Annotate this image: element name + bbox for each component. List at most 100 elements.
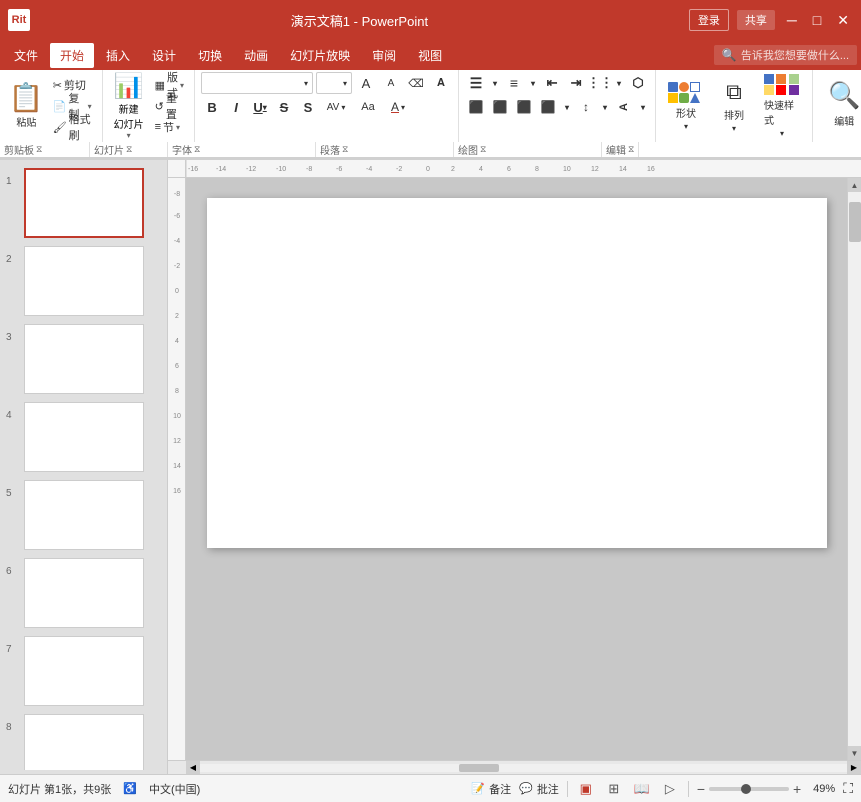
comments-icon: 💬: [519, 782, 533, 795]
font-label[interactable]: 字体 ⧖: [168, 142, 316, 157]
arrange-button[interactable]: ⧉ 排列 ▾: [714, 74, 754, 138]
h-scroll-thumb[interactable]: [459, 764, 499, 772]
zoom-slider[interactable]: [709, 787, 789, 791]
line-spacing-button[interactable]: ↕: [575, 96, 597, 118]
menu-review[interactable]: 审阅: [362, 43, 406, 68]
paste-button[interactable]: 📋 粘贴: [6, 74, 47, 138]
align-center-button[interactable]: ⬛: [489, 96, 511, 118]
vertical-scrollbar[interactable]: ▲ ▼: [847, 178, 861, 760]
view-normal-button[interactable]: ▣: [576, 779, 596, 799]
indent-more-button[interactable]: ⇥: [565, 72, 587, 94]
slide-item-8[interactable]: 8: [0, 710, 167, 770]
close-button[interactable]: ✕: [833, 12, 853, 29]
slide-info: 幻灯片 第1张，共9张: [8, 781, 111, 797]
menu-transitions[interactable]: 切换: [188, 43, 232, 68]
char-spacing-button[interactable]: Aa: [353, 96, 383, 118]
slide-canvas-area[interactable]: [186, 178, 847, 760]
italic-button[interactable]: I: [225, 96, 247, 118]
line-spacing-dropdown[interactable]: ▾: [599, 96, 611, 118]
slide-item-5[interactable]: 5: [0, 476, 167, 554]
slide-number-4: 4: [6, 410, 20, 421]
scroll-right-button[interactable]: ▶: [847, 761, 861, 775]
shadow-button[interactable]: S: [297, 96, 319, 118]
login-button[interactable]: 登录: [689, 9, 729, 31]
font-color-button[interactable]: A ▾: [385, 96, 411, 118]
numbering-dropdown[interactable]: ▾: [527, 72, 539, 94]
zoom-in-button[interactable]: +: [793, 781, 801, 797]
slide-item-7[interactable]: 7: [0, 632, 167, 710]
bold-button[interactable]: B: [201, 96, 223, 118]
h-scroll-area[interactable]: [200, 764, 847, 772]
notes-button[interactable]: 📝 备注: [471, 781, 511, 797]
font-color-picker[interactable]: 𝐀: [430, 72, 452, 94]
menu-insert[interactable]: 插入: [96, 43, 140, 68]
slide-item-2[interactable]: 2: [0, 242, 167, 320]
slide-item-3[interactable]: 3: [0, 320, 167, 398]
zoom-out-button[interactable]: −: [697, 781, 705, 797]
reset-button[interactable]: ↺ 重置: [151, 96, 188, 116]
slide-item-6[interactable]: 6: [0, 554, 167, 632]
h-scroll-track[interactable]: ◀ ▶: [186, 761, 861, 774]
fit-slide-button[interactable]: ⛶: [843, 780, 853, 797]
clear-format-button[interactable]: ⌫: [405, 72, 427, 94]
text-direction-dropdown[interactable]: ▾: [637, 96, 649, 118]
columns-button[interactable]: ⋮⋮: [589, 72, 611, 94]
text-direction-button[interactable]: A: [613, 96, 635, 118]
ribbon-search-bar[interactable]: 🔍 告诉我您想要做什么...: [714, 45, 857, 65]
menu-file[interactable]: 文件: [4, 43, 48, 68]
scroll-left-button[interactable]: ◀: [186, 761, 200, 775]
section-button[interactable]: ≡ 节 ▾: [151, 117, 188, 137]
font-size-select[interactable]: ▾: [316, 72, 352, 94]
notes-label: 备注: [489, 781, 511, 797]
shapes-button[interactable]: 形状 ▾: [662, 74, 710, 138]
scroll-thumb[interactable]: [849, 202, 861, 242]
bullets-dropdown[interactable]: ▾: [489, 72, 501, 94]
underline-button[interactable]: U▾: [249, 96, 271, 118]
scroll-down-button[interactable]: ▼: [848, 746, 861, 760]
align-right-button[interactable]: ⬛: [513, 96, 535, 118]
scroll-track[interactable]: [848, 192, 861, 746]
menu-view[interactable]: 视图: [408, 43, 452, 68]
increase-font-button[interactable]: A: [355, 72, 377, 94]
align-left-button[interactable]: ⬛: [465, 96, 487, 118]
view-slideshow-button[interactable]: ▷: [660, 779, 680, 799]
accessibility-button[interactable]: ♿: [123, 782, 137, 795]
slide-item-4[interactable]: 4: [0, 398, 167, 476]
font-name-select[interactable]: ▾: [201, 72, 313, 94]
decrease-font-button[interactable]: A: [380, 72, 402, 94]
zoom-level[interactable]: 49%: [805, 783, 835, 795]
horizontal-scrollbar[interactable]: ◀ ▶: [168, 760, 861, 774]
new-slide-button[interactable]: 📊 新建 幻灯片 ▾: [109, 74, 149, 138]
numbering-button[interactable]: ≡: [503, 72, 525, 94]
menu-home[interactable]: 开始: [50, 43, 94, 68]
align-dropdown[interactable]: ▾: [561, 96, 573, 118]
comments-button[interactable]: 💬 批注: [519, 781, 559, 797]
indent-less-button[interactable]: ⇤: [541, 72, 563, 94]
menu-animations[interactable]: 动画: [234, 43, 278, 68]
find-button[interactable]: 🔍 编辑: [819, 72, 861, 136]
slide-item-1[interactable]: 1: [0, 164, 167, 242]
scroll-up-button[interactable]: ▲: [848, 178, 861, 192]
slides-label[interactable]: 幻灯片 ⧖: [90, 142, 168, 157]
minimize-button[interactable]: ─: [783, 12, 801, 28]
view-sorter-button[interactable]: ⊞: [604, 779, 624, 799]
maximize-button[interactable]: □: [809, 12, 825, 28]
clipboard-label[interactable]: 剪贴板 ⧖: [0, 142, 90, 157]
spacing-button[interactable]: AV▾: [321, 96, 351, 118]
editing-label[interactable]: 编辑 ⧖: [602, 142, 639, 157]
quick-styles-button[interactable]: 快速样式 ▾: [758, 74, 806, 138]
justify-button[interactable]: ⬛: [537, 96, 559, 118]
paragraph-label[interactable]: 段落 ⧖: [316, 142, 454, 157]
view-reading-button[interactable]: 📖: [632, 779, 652, 799]
slide-secondary-buttons: ▦ 版式 ▾ ↺ 重置 ≡ 节 ▾: [151, 75, 188, 137]
share-button[interactable]: 共享: [737, 10, 775, 30]
smartart-button[interactable]: ⬡: [627, 72, 649, 94]
menu-slideshow[interactable]: 幻灯片放映: [280, 43, 360, 68]
format-painter-button[interactable]: 🖌 格式刷: [49, 117, 96, 137]
bullets-button[interactable]: ☰: [465, 72, 487, 94]
language-indicator[interactable]: 中文(中国): [149, 781, 200, 797]
drawing-label[interactable]: 绘图 ⧖: [454, 142, 602, 157]
columns-dropdown[interactable]: ▾: [613, 72, 625, 94]
menu-design[interactable]: 设计: [142, 43, 186, 68]
strikethrough-button[interactable]: S: [273, 96, 295, 118]
